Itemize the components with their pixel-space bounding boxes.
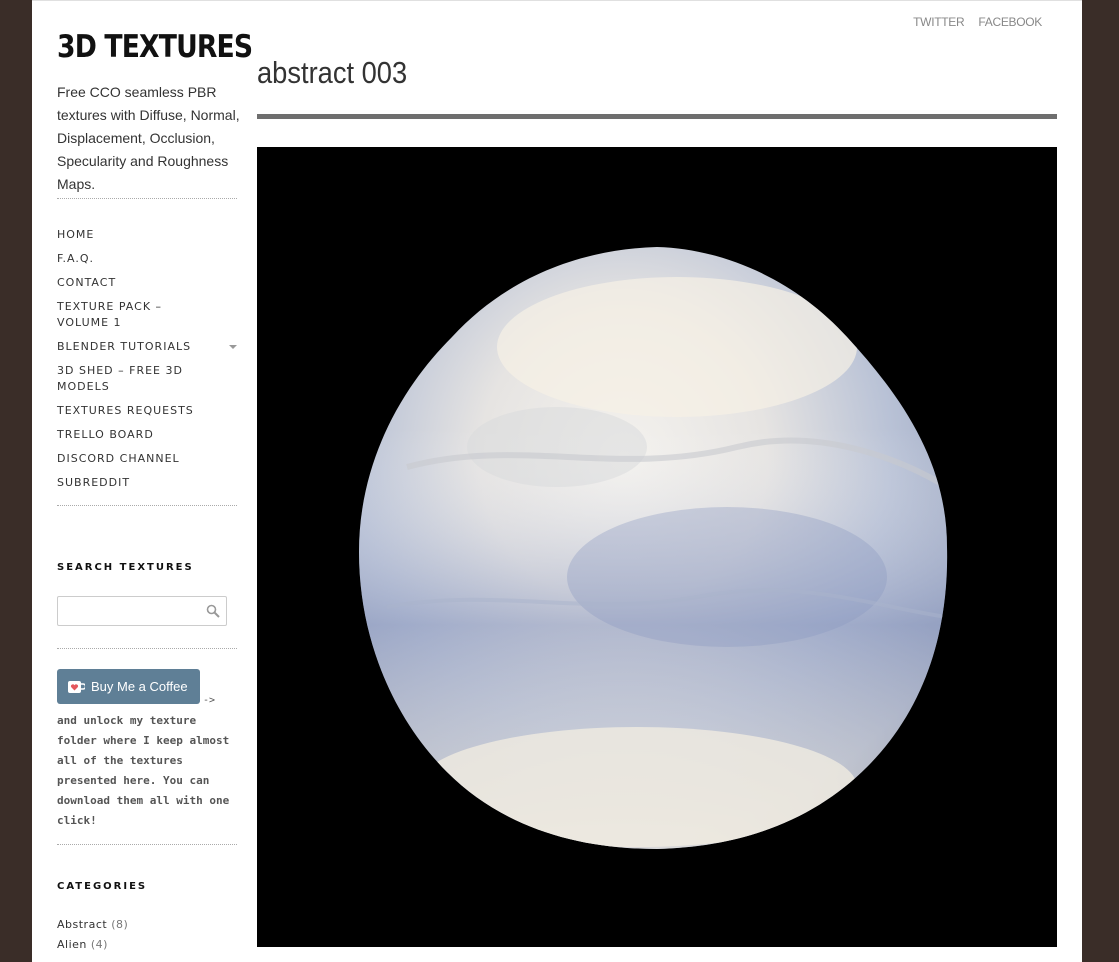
site-title[interactable]: 3D TEXTURES	[57, 29, 253, 65]
buy-me-a-coffee-button[interactable]: Buy Me a Coffee	[57, 669, 200, 704]
texture-sphere-render	[359, 247, 948, 849]
top-nav: TWITTER FACEBOOK	[913, 15, 1042, 29]
nav-item-home[interactable]: HOME	[57, 227, 237, 243]
title-rule	[257, 114, 1057, 119]
page-container: TWITTER FACEBOOK 3D TEXTURES Free CCO se…	[32, 0, 1082, 962]
search-icon[interactable]	[206, 604, 220, 618]
nav-item-label: BLENDER TUTORIALS	[57, 340, 192, 353]
main-nav: HOME F.A.Q. CONTACT TEXTURE PACK – VOLUM…	[57, 227, 237, 499]
search-input[interactable]	[58, 597, 210, 623]
category-item[interactable]: Alien (4)	[57, 935, 128, 955]
category-count: (4)	[90, 938, 108, 951]
coffee-arrow: ->	[203, 695, 216, 706]
category-item[interactable]: Abstract (8)	[57, 915, 128, 935]
nav-item-discord[interactable]: DISCORD CHANNEL	[57, 451, 237, 467]
search-box	[57, 596, 227, 626]
twitter-link[interactable]: TWITTER	[913, 15, 965, 29]
divider	[57, 198, 237, 199]
nav-item-trello[interactable]: TRELLO BOARD	[57, 427, 237, 443]
divider	[57, 844, 237, 845]
coffee-description: and unlock my texture folder where I kee…	[57, 714, 230, 827]
site-description: Free CCO seamless PBR textures with Diff…	[57, 84, 240, 192]
nav-item-blender-tutorials[interactable]: BLENDER TUTORIALS	[57, 339, 237, 355]
coffee-cup-heart-icon	[68, 680, 85, 693]
divider	[57, 648, 237, 649]
category-name[interactable]: Abstract	[57, 918, 107, 931]
texture-preview-image[interactable]	[257, 147, 1057, 947]
category-name[interactable]: Alien	[57, 938, 87, 951]
facebook-link[interactable]: FACEBOOK	[978, 15, 1042, 29]
nav-item-faq[interactable]: F.A.Q.	[57, 251, 237, 267]
nav-item-3d-shed[interactable]: 3D SHED – FREE 3D MODELS	[57, 363, 237, 395]
coffee-button-label: Buy Me a Coffee	[91, 679, 188, 694]
nav-item-texture-requests[interactable]: TEXTURES REQUESTS	[57, 403, 237, 419]
category-count: (8)	[111, 918, 129, 931]
nav-item-contact[interactable]: CONTACT	[57, 275, 237, 291]
nav-item-texture-pack[interactable]: TEXTURE PACK – VOLUME 1	[57, 299, 237, 331]
divider	[57, 505, 237, 506]
categories-widget-title: CATEGORIES	[57, 881, 148, 892]
nav-item-subreddit[interactable]: SUBREDDIT	[57, 475, 237, 491]
category-list: Abstract (8) Alien (4)	[57, 915, 128, 955]
chevron-down-icon[interactable]	[229, 345, 237, 349]
search-widget-title: SEARCH TEXTURES	[57, 562, 194, 573]
post-title: abstract 003	[257, 55, 408, 90]
